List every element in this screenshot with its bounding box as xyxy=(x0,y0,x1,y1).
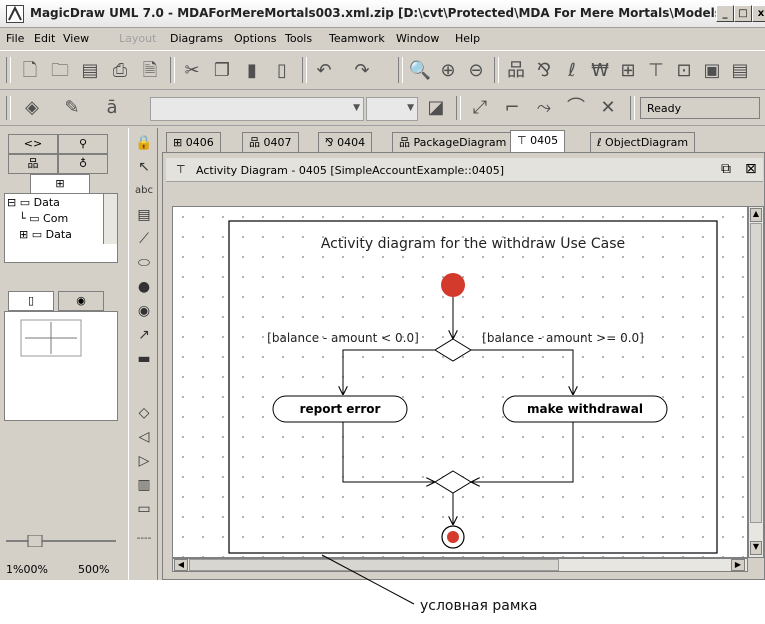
annotation-leader xyxy=(321,554,415,605)
annotation-label: условная рамка xyxy=(420,598,538,614)
